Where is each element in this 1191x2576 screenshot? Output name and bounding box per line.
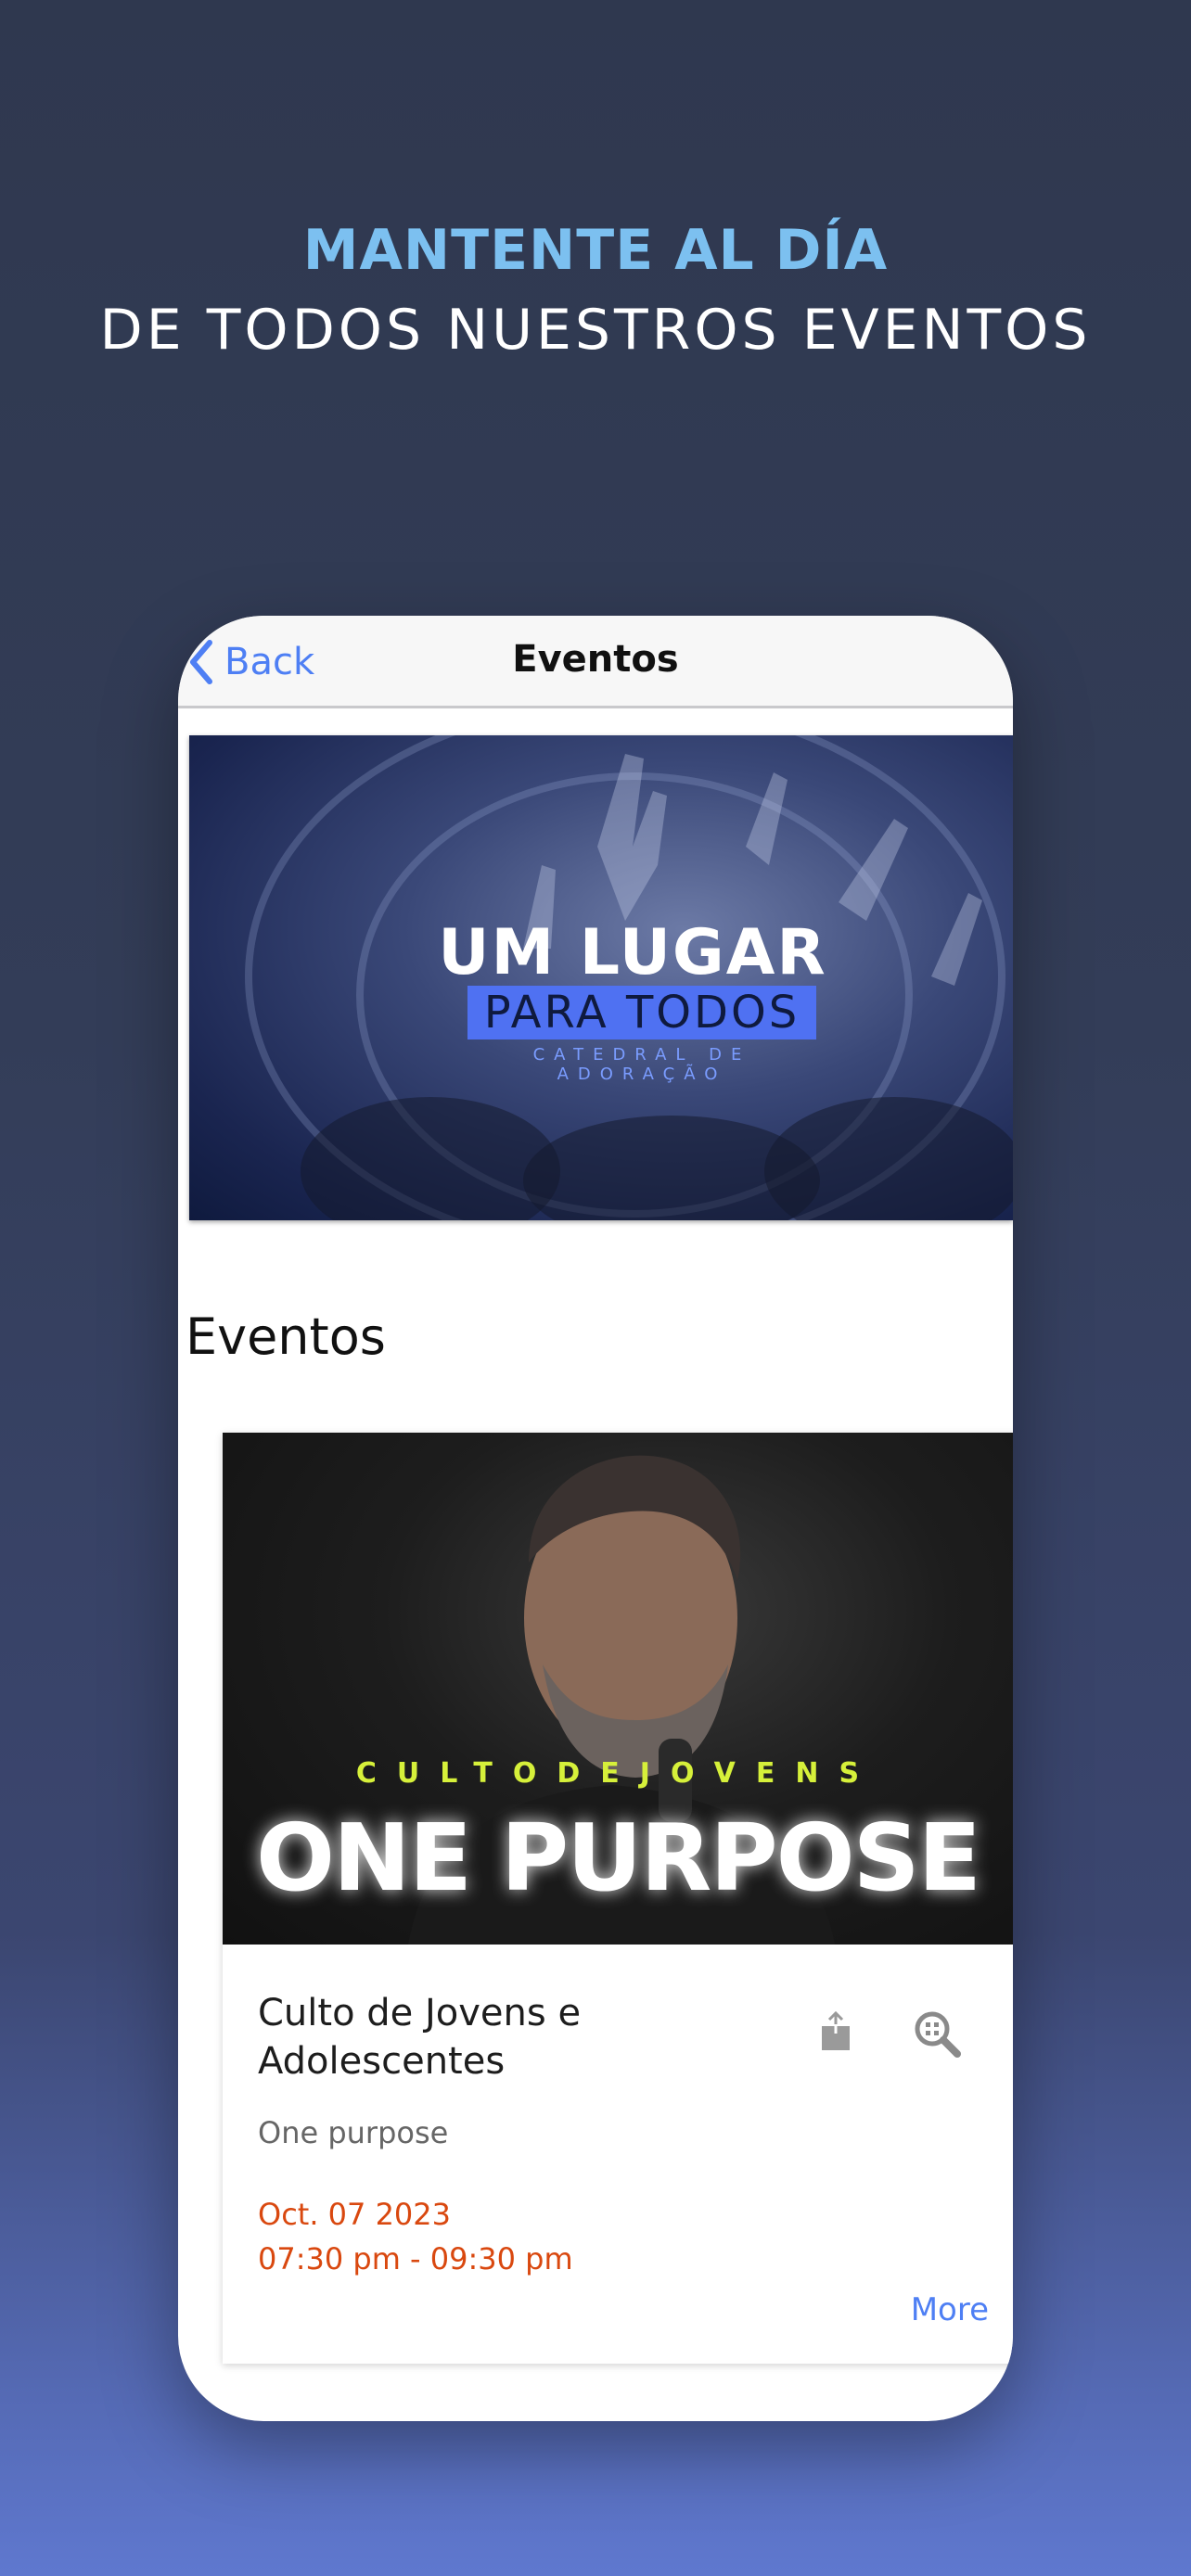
event-poster-image[interactable]: CULTODEJOVENS ONE PURPOSE	[223, 1433, 1013, 1945]
page-title: Eventos	[512, 638, 679, 681]
event-date: Oct. 07 2023	[258, 2197, 451, 2232]
banner-title: UM LUGAR	[438, 916, 827, 989]
headline-line-1: MANTENTE AL DÍA	[302, 218, 889, 283]
navigation-bar: Back Eventos	[178, 616, 1013, 708]
event-title: Culto de Jovens e Adolescentes	[258, 1992, 582, 2083]
event-card[interactable]: CULTODEJOVENS ONE PURPOSE Culto de Joven…	[223, 1433, 1013, 2364]
headline-line-2: DE TODOS NUESTROS EVENTOS	[99, 298, 1092, 363]
phone-screen: Back Eventos UM LUGAR PARA TODOS CATEDRA…	[178, 616, 1013, 2421]
banner-highlight: PARA TODOS	[467, 986, 816, 1039]
search-icon[interactable]	[913, 2009, 961, 2058]
promo-headline: MANTENTE AL DÍA DE TODOS NUESTROS EVENTO…	[0, 218, 1191, 363]
event-time: 07:30 pm - 09:30 pm	[258, 2241, 573, 2276]
share-icon[interactable]	[820, 2011, 852, 2052]
banner-subtitle: CATEDRAL DE ADORAÇÃO	[532, 1045, 751, 1084]
section-title: Eventos	[186, 1307, 386, 1366]
more-link[interactable]: More	[911, 2291, 989, 2328]
event-subtitle: One purpose	[258, 2115, 449, 2150]
featured-banner[interactable]: UM LUGAR PARA TODOS CATEDRAL DE ADORAÇÃO	[189, 735, 1013, 1220]
poster-subtitle: CULTODEJOVENS	[355, 1757, 880, 1790]
poster-title: ONE PURPOSE	[256, 1804, 981, 1912]
